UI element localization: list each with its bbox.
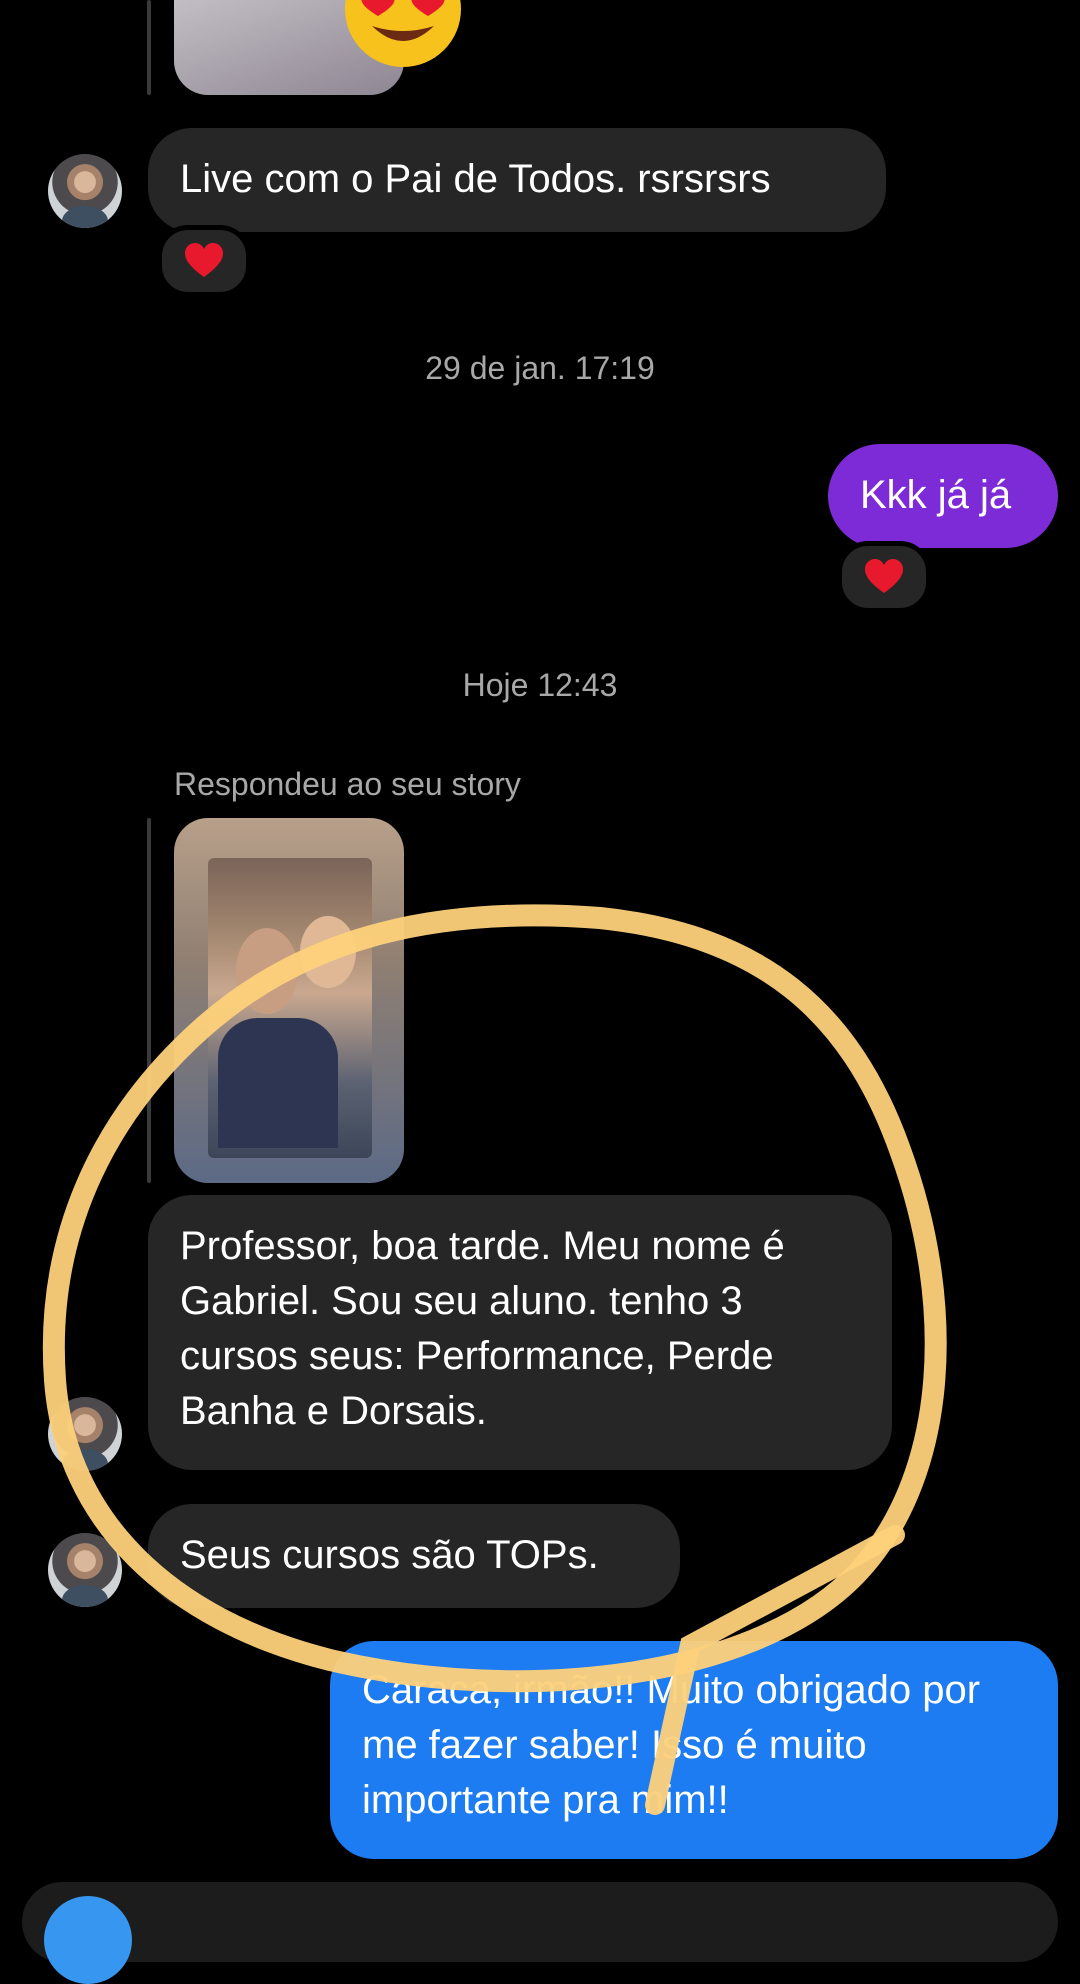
sender-avatar[interactable] xyxy=(48,1397,122,1471)
story-photo xyxy=(208,858,372,1158)
heart-eyes-emoji xyxy=(342,0,464,72)
timestamp: Hoje 12:43 xyxy=(462,667,618,703)
timestamp: 29 de jan. 17:19 xyxy=(425,350,655,386)
message-reply[interactable]: Caraca, irmão!! Muito obrigado por me fa… xyxy=(330,1641,1058,1859)
message-text: Caraca, irmão!! Muito obrigado por me fa… xyxy=(362,1668,981,1822)
message-text: Seus cursos são TOPs. xyxy=(180,1533,599,1577)
story-reply-line xyxy=(147,818,151,1183)
heart-icon xyxy=(865,559,903,593)
sender-avatar[interactable] xyxy=(48,1533,122,1607)
message-text: Professor, boa tarde. Meu nome é Gabriel… xyxy=(180,1224,785,1433)
camera-icon[interactable] xyxy=(44,1896,132,1984)
message-text: Live com o Pai de Todos. rsrsrsrs xyxy=(180,157,771,201)
message-text: Kkk já já xyxy=(860,473,1012,517)
message-composer[interactable] xyxy=(22,1882,1058,1962)
story-reply-label: Respondeu ao seu story xyxy=(174,766,521,802)
message-kkk[interactable]: Kkk já já xyxy=(828,444,1058,548)
annotation-circle xyxy=(42,904,947,1815)
message-live[interactable]: Live com o Pai de Todos. rsrsrsrs xyxy=(148,128,886,232)
story-thumbnail[interactable] xyxy=(174,818,404,1183)
story-reply-line-top xyxy=(147,0,151,95)
story-face-1 xyxy=(236,928,298,1014)
message-professor[interactable]: Professor, boa tarde. Meu nome é Gabriel… xyxy=(148,1195,892,1470)
story-face-2 xyxy=(300,916,356,988)
heart-reaction[interactable] xyxy=(157,225,251,297)
story-shirt xyxy=(218,1018,338,1148)
heart-reaction[interactable] xyxy=(837,541,931,613)
sender-avatar[interactable] xyxy=(48,154,122,228)
message-tops[interactable]: Seus cursos são TOPs. xyxy=(148,1504,680,1608)
heart-icon xyxy=(185,243,223,277)
